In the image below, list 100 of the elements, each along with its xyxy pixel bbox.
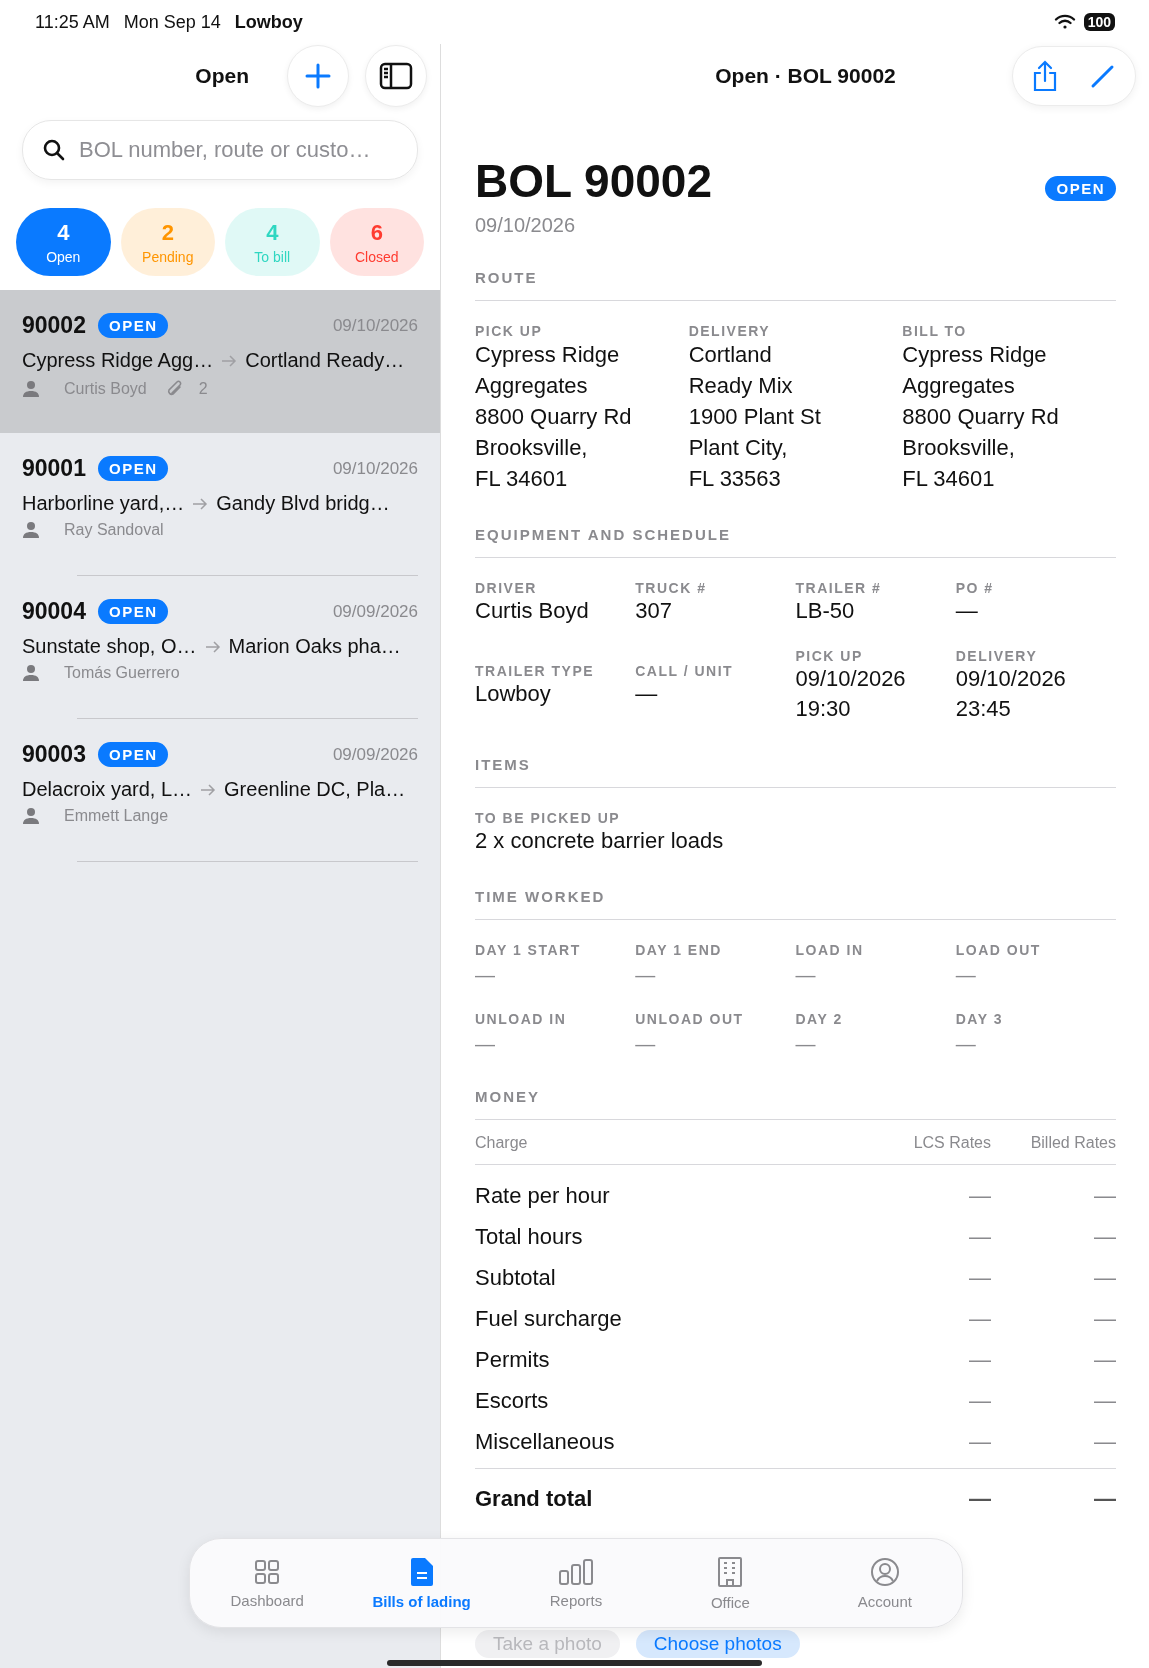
field-label: TRAILER # (795, 580, 883, 596)
table-cell: — (991, 1468, 1116, 1521)
status-badge: OPEN (97, 599, 169, 624)
bol-date: 09/10/2026 (475, 214, 577, 237)
field-value: — (635, 1033, 657, 1056)
status-badge: OPEN (97, 742, 169, 767)
search-field[interactable]: BOL number, route or custo… (77, 136, 397, 164)
field-value: — (795, 1033, 817, 1056)
field-label: UNLOAD IN (475, 1011, 568, 1027)
arrow-icon (192, 497, 209, 510)
field-value: — (635, 680, 659, 708)
column-header: Charge (475, 1134, 851, 1165)
driver-name: Ray Sandoval (64, 521, 164, 539)
field-value: — (475, 964, 496, 987)
detail-nav-title: Open · BOL 90002 (715, 64, 896, 88)
address-line: 1900 Plant St (688, 403, 822, 431)
driver-name: Tomás Guerrero (64, 664, 180, 682)
field-value: 2 x concrete barrier loads (475, 827, 725, 855)
charge-name: Permits (475, 1345, 551, 1374)
plus-icon (304, 62, 332, 90)
charge-name: Subtotal (475, 1263, 557, 1292)
bol-number: 90003 (22, 741, 86, 768)
field-value: 23:45 (955, 695, 1012, 723)
field-value: LB-50 (795, 597, 856, 625)
filter-chip[interactable]: 4 Open (16, 208, 111, 276)
address-line: Ready Mix (688, 372, 794, 400)
route-origin: Cypress Ridge Agg… (22, 349, 214, 372)
table-cell-text: — (1093, 1386, 1116, 1415)
status-time: 11:25 AM (35, 11, 110, 33)
charge-name: Escorts (475, 1386, 550, 1415)
table-cell-text: — (1093, 1222, 1116, 1251)
field-value: 19:30 (795, 695, 852, 723)
route-origin: Sunstate shop, O… (22, 635, 197, 658)
sidebar-icon (379, 62, 413, 90)
arrow-icon (200, 783, 217, 796)
filter-chip[interactable]: 6 Closed (329, 208, 424, 276)
route-origin: Harborline yard,… (22, 492, 185, 515)
table-cell-text: — (968, 1345, 991, 1374)
charge-name: Fuel surcharge (475, 1304, 623, 1333)
route-origin: Delacroix yard, L… (22, 778, 193, 801)
field-value: 09/10/2026 (795, 665, 907, 693)
tab-item[interactable]: Bills of lading (344, 1556, 499, 1610)
field-label: DELIVERY (955, 648, 1039, 664)
bol-list-item[interactable]: 90001 OPEN 09/10/2026 Harborline yard,… Gandy Blvd bridg… Ray Sandoval (0, 433, 440, 576)
table-cell-text: — (968, 1386, 991, 1415)
tab-item[interactable]: Account (807, 1556, 962, 1610)
tab-item[interactable]: Dashboard (190, 1557, 345, 1609)
status-badge: OPEN (1045, 176, 1116, 201)
arrow-icon (221, 354, 238, 367)
filter-chip[interactable]: 2 Pending (120, 208, 215, 276)
status-badge: OPEN (97, 456, 169, 481)
field-label: TRAILER TYPE (475, 663, 596, 679)
table-cell-text: — (1093, 1181, 1116, 1210)
status-badge: OPEN (97, 313, 169, 338)
bar-chart-icon (558, 1557, 594, 1586)
address-line: 8800 Quarry Rd (902, 403, 1060, 431)
address-line: FL 34601 (902, 465, 996, 493)
table-cell-text: — (968, 1222, 991, 1251)
address-line: 8800 Quarry Rd (475, 403, 633, 431)
document-icon (408, 1556, 435, 1587)
share-icon (1031, 60, 1059, 92)
table-cell: — (851, 1468, 991, 1521)
section-heading: TIME WORKED (475, 888, 1116, 920)
table-cell-text: — (1093, 1304, 1116, 1333)
share-button[interactable] (1031, 60, 1059, 92)
field-label: DAY 1 START (475, 942, 582, 958)
field-value: 307 (635, 597, 673, 625)
account-icon (869, 1556, 900, 1587)
address-line: Cypress Ridge (902, 341, 1048, 369)
bol-list-item[interactable]: 90002 OPEN 09/10/2026 Cypress Ridge Agg… Cortland Ready… Curtis Boyd 2 (0, 290, 440, 433)
person-icon (22, 807, 40, 825)
tab-item[interactable]: Reports (498, 1557, 654, 1609)
field-value: — (955, 1033, 977, 1056)
carrier-name: Lowboy (234, 11, 303, 33)
bol-number: 90002 (22, 312, 86, 339)
table-cell-text: — (1093, 1345, 1116, 1374)
grid-icon (253, 1557, 282, 1586)
address-line: Brooksville, (475, 434, 589, 462)
section-heading: EQUIPMENT AND SCHEDULE (475, 526, 1116, 558)
status-date: Mon Sep 14 (123, 11, 221, 33)
field-value: 09/10/2026 (955, 665, 1067, 693)
battery-indicator: 100 (1083, 13, 1115, 31)
field-label: TO BE PICKED UP (475, 810, 622, 826)
route-destination: Cortland Ready… (245, 349, 405, 372)
field-label: UNLOAD OUT (635, 1011, 745, 1027)
photo-button[interactable]: Choose photos (635, 1630, 800, 1658)
section-heading: ROUTE (475, 269, 1116, 301)
person-icon (22, 664, 40, 682)
address-line: Aggregates (902, 372, 1016, 400)
bol-list-item[interactable]: 90004 OPEN 09/09/2026 Sunstate shop, O… Marion Oaks pha… Tomás Guerrero (0, 576, 440, 719)
address-line: Plant City, (688, 434, 789, 462)
bol-list-item[interactable]: 90003 OPEN 09/09/2026 Delacroix yard, L… Greenline DC, Pla… Emmett Lange (0, 719, 440, 862)
address-line: FL 33563 (688, 465, 782, 493)
field-label: CALL / UNIT (635, 663, 735, 679)
tab-item[interactable]: Office (653, 1555, 808, 1611)
address-line: FL 34601 (475, 465, 569, 493)
field-label: LOAD IN (795, 942, 865, 958)
search-bar[interactable]: BOL number, route or custo… (22, 120, 418, 180)
attachment-count: 2 (198, 380, 208, 398)
search-icon (43, 139, 65, 161)
